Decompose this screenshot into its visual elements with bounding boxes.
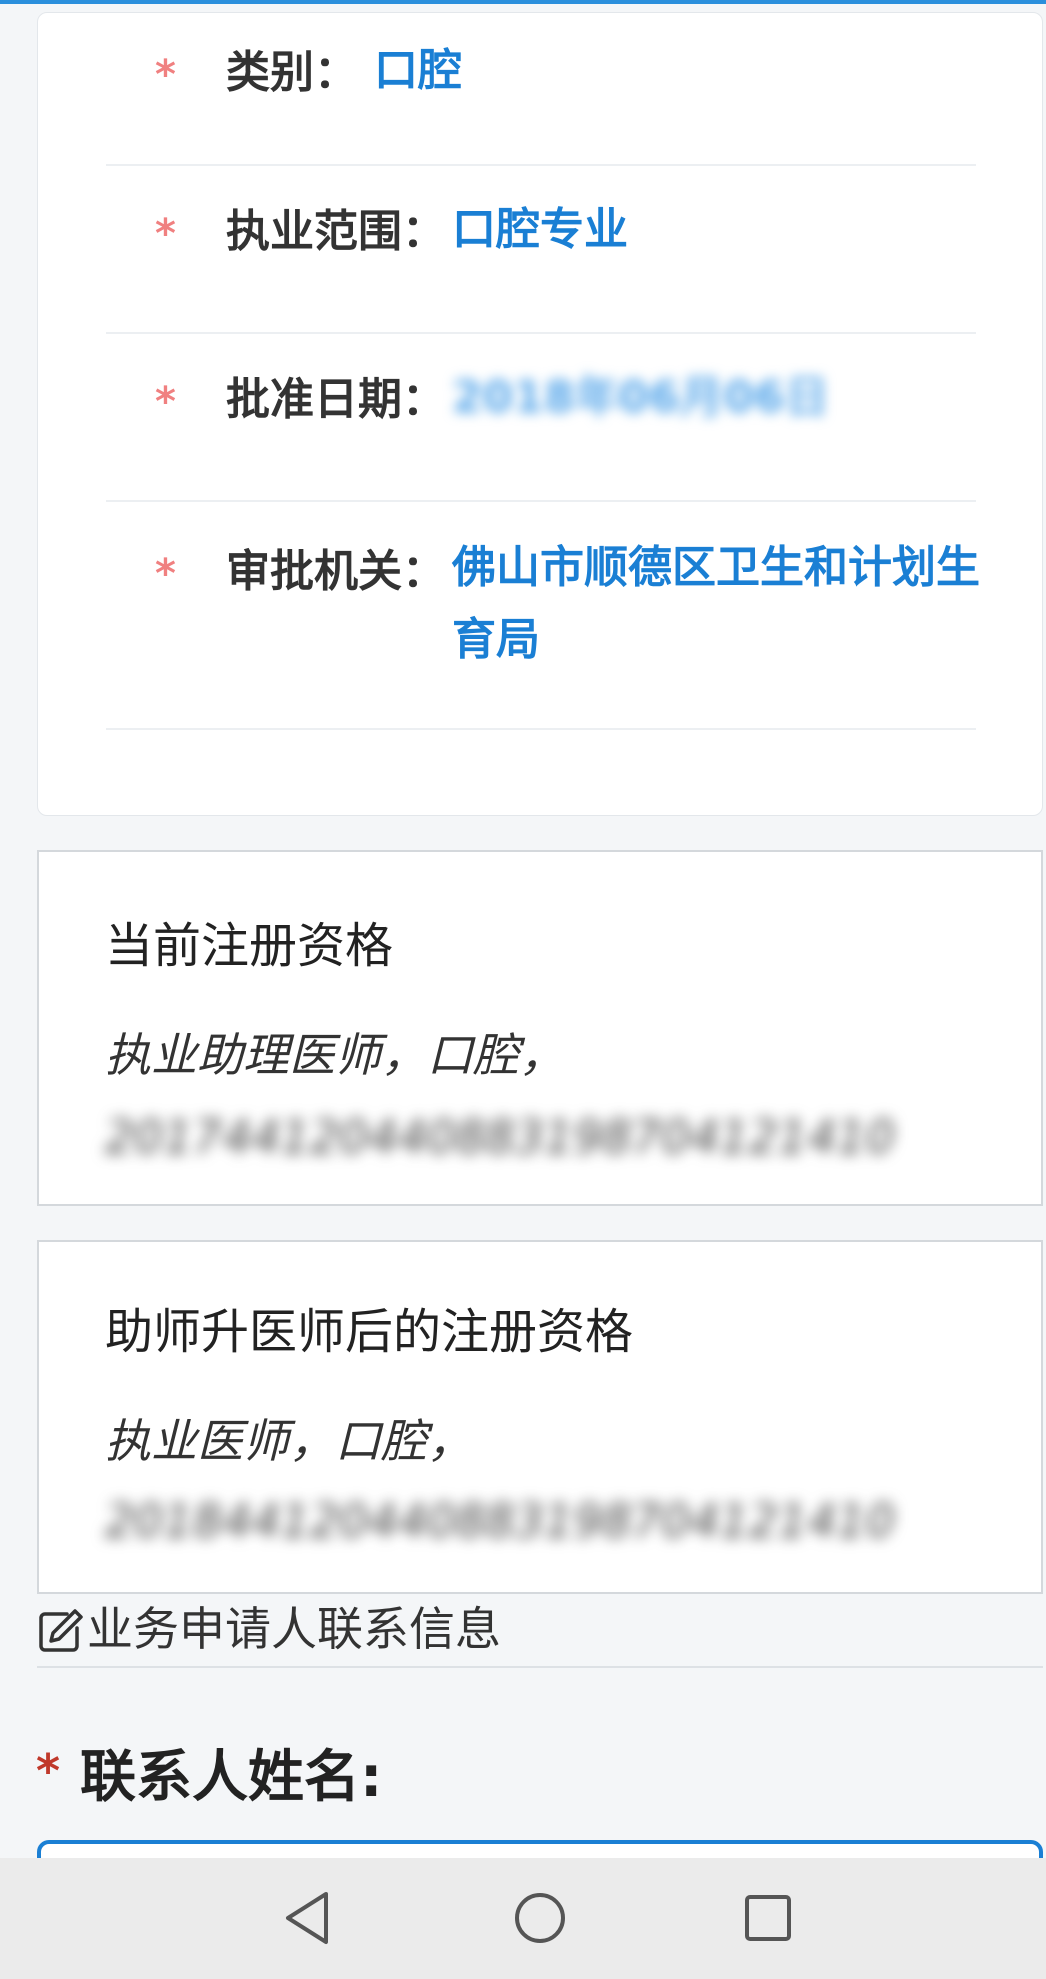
upgraded-qualification-title: 助师升医师后的注册资格 [105,1304,634,1360]
contact-name-label: 联系人姓名: [80,1745,383,1810]
info-row-category: * 类别： 口腔 [106,13,976,166]
current-qualification-title: 当前注册资格 [105,918,394,974]
required-mark: * [155,551,176,597]
required-mark: * [155,52,176,98]
current-qualification-value: 执业助理医师，口腔， [105,1028,565,1082]
scope-value: 口腔专业 [452,204,628,255]
current-qualification-box: 当前注册资格 执业助理医师，口腔， 2017441204408831987041… [37,850,1043,1206]
scope-label: 执业范围： [226,206,446,257]
upgraded-qualification-id: 201844120440883198704121410 [105,1498,896,1544]
authority-label: 审批机关： [226,546,446,597]
upgraded-qualification-box: 助师升医师后的注册资格 执业医师，口腔， 2018441204408831987… [37,1240,1043,1594]
info-row-scope: * 执业范围： 口腔专业 [106,166,976,334]
page: * 类别： 口腔 * 执业范围： 口腔专业 * 批准日期： 2018年06月06… [0,0,1046,1979]
authority-value: 佛山市顺德区卫生和计划生育局 [452,542,980,665]
contact-section-header: 业务申请人联系信息 [37,1600,1043,1668]
license-info-card: * 类别： 口腔 * 执业范围： 口腔专业 * 批准日期： 2018年06月06… [37,12,1043,816]
category-value: 口腔 [374,45,462,96]
nav-recents-button[interactable] [728,1878,808,1958]
nav-home-button[interactable] [500,1878,580,1958]
upgraded-qualification-value: 执业医师，口腔， [105,1414,473,1468]
info-row-authority: * 审批机关： 佛山市顺德区卫生和计划生育局 [106,502,980,730]
approval-date-label: 批准日期： [226,374,446,425]
top-accent-bar [0,0,1046,4]
home-circle-icon [515,1893,565,1943]
recents-square-icon [745,1895,791,1941]
nav-back-button[interactable] [268,1878,348,1958]
back-triangle-icon [286,1892,328,1944]
system-nav-bar [0,1858,1046,1979]
contact-section-title: 业务申请人联系信息 [87,1602,501,1656]
approval-date-value: 2018年06月06日 [452,372,829,423]
required-mark: * [155,211,176,257]
required-mark: * [36,1744,61,1798]
required-mark: * [155,379,176,425]
category-label: 类别： [226,47,358,98]
info-row-approval-date: * 批准日期： 2018年06月06日 [106,334,976,502]
edit-icon [39,1609,83,1652]
current-qualification-id: 201744120440883198704121410 [105,1114,896,1160]
